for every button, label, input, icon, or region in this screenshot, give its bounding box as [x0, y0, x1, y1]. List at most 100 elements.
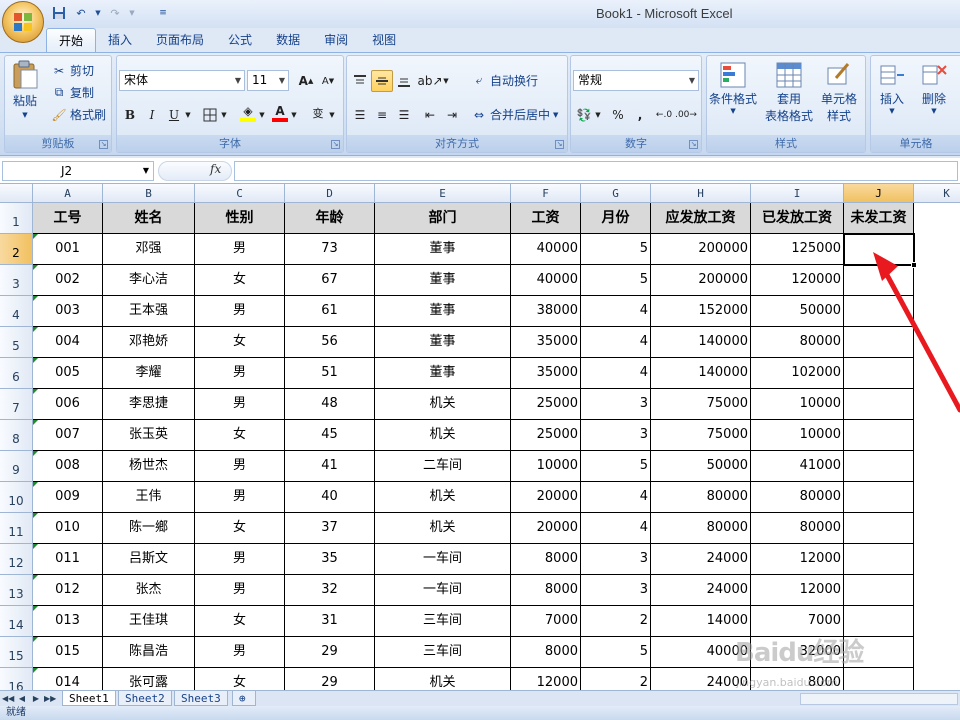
- table-cell[interactable]: 三车间: [375, 606, 511, 637]
- tab-view[interactable]: 视图: [360, 28, 408, 52]
- table-cell[interactable]: 3: [581, 389, 651, 420]
- table-cell[interactable]: 男: [195, 575, 285, 606]
- table-cell[interactable]: 10000: [751, 420, 844, 451]
- table-cell[interactable]: 3: [581, 420, 651, 451]
- table-cell[interactable]: 陈一鄉: [103, 513, 195, 544]
- table-cell[interactable]: 31: [285, 606, 375, 637]
- table-cell[interactable]: 男: [195, 296, 285, 327]
- table-cell[interactable]: 董事: [375, 234, 511, 265]
- table-cell[interactable]: 男: [195, 451, 285, 482]
- table-cell[interactable]: 董事: [375, 265, 511, 296]
- row-header[interactable]: 15: [0, 637, 33, 668]
- row-header[interactable]: 5: [0, 327, 33, 358]
- row-header[interactable]: 4: [0, 296, 33, 327]
- new-sheet-icon[interactable]: ⊕: [232, 691, 256, 706]
- table-header-cell[interactable]: 未发工资: [844, 203, 914, 234]
- orientation-icon[interactable]: ab↗: [417, 70, 442, 92]
- row-header[interactable]: 2: [0, 234, 33, 265]
- column-header[interactable]: F: [511, 184, 581, 203]
- table-cell[interactable]: 67: [285, 265, 375, 296]
- table-cell[interactable]: 40: [285, 482, 375, 513]
- table-cell[interactable]: 陈昌浩: [103, 637, 195, 668]
- phonetic-dropdown-icon[interactable]: ▼: [327, 104, 337, 126]
- shrink-font-icon[interactable]: A ▼: [317, 70, 339, 92]
- table-cell[interactable]: 男: [195, 544, 285, 575]
- table-cell[interactable]: 37: [285, 513, 375, 544]
- table-cell[interactable]: 35000: [511, 358, 581, 389]
- fill-color-dropdown-icon[interactable]: ▼: [257, 104, 267, 126]
- table-cell[interactable]: 8000: [511, 575, 581, 606]
- underline-dropdown-icon[interactable]: ▼: [183, 104, 193, 126]
- worksheet-grid[interactable]: A B C D E F G H I J K 1 2 3 4 5 6 7 8 9 10 11 12 13 14 15 16 工号 姓名 性别…: [0, 184, 960, 690]
- font-launcher-icon[interactable]: ↘: [331, 140, 340, 149]
- table-cell[interactable]: 4: [581, 482, 651, 513]
- table-cell[interactable]: 40000: [511, 234, 581, 265]
- row-header[interactable]: 11: [0, 513, 33, 544]
- table-cell[interactable]: 7000: [511, 606, 581, 637]
- column-header[interactable]: H: [651, 184, 751, 203]
- table-header-cell[interactable]: 姓名: [103, 203, 195, 234]
- column-header[interactable]: E: [375, 184, 511, 203]
- table-cell[interactable]: 张可露: [103, 668, 195, 690]
- row-header[interactable]: 9: [0, 451, 33, 482]
- table-cell[interactable]: 35000: [511, 327, 581, 358]
- table-cell[interactable]: 3: [581, 575, 651, 606]
- row-header[interactable]: 7: [0, 389, 33, 420]
- table-cell[interactable]: 张玉英: [103, 420, 195, 451]
- align-middle-icon[interactable]: [371, 70, 393, 92]
- table-cell[interactable]: 80000: [651, 513, 751, 544]
- table-cell[interactable]: 一车间: [375, 544, 511, 575]
- font-size-combo[interactable]: 11 ▼: [247, 70, 289, 91]
- table-cell[interactable]: [844, 575, 914, 606]
- table-cell[interactable]: 男: [195, 358, 285, 389]
- column-header[interactable]: A: [33, 184, 103, 203]
- sheet-tab-sheet2[interactable]: Sheet2: [118, 691, 172, 706]
- table-cell[interactable]: 2: [581, 606, 651, 637]
- formula-input[interactable]: [234, 161, 958, 181]
- tab-page-layout[interactable]: 页面布局: [144, 28, 216, 52]
- table-cell[interactable]: 32: [285, 575, 375, 606]
- fill-handle[interactable]: [911, 262, 917, 268]
- column-header[interactable]: J: [844, 184, 914, 203]
- table-cell[interactable]: 一车间: [375, 575, 511, 606]
- table-cell[interactable]: 29: [285, 668, 375, 690]
- font-color-icon[interactable]: A: [269, 102, 291, 124]
- table-header-cell[interactable]: 已发放工资: [751, 203, 844, 234]
- table-cell[interactable]: [844, 451, 914, 482]
- name-box[interactable]: J2 ▼: [2, 161, 154, 181]
- table-cell[interactable]: 015: [33, 637, 103, 668]
- cell-styles-button[interactable]: 单元格 样式: [821, 60, 857, 124]
- table-cell[interactable]: 002: [33, 265, 103, 296]
- table-header-cell[interactable]: 年龄: [285, 203, 375, 234]
- comma-button[interactable]: ,: [629, 104, 651, 126]
- last-sheet-icon[interactable]: ▶▶: [44, 692, 56, 705]
- table-cell[interactable]: 王本强: [103, 296, 195, 327]
- table-cell[interactable]: 5: [581, 265, 651, 296]
- table-cell[interactable]: [844, 668, 914, 690]
- table-cell[interactable]: 010: [33, 513, 103, 544]
- table-cell[interactable]: 12000: [751, 544, 844, 575]
- row-header[interactable]: 1: [0, 203, 33, 234]
- table-cell[interactable]: 102000: [751, 358, 844, 389]
- table-cell[interactable]: 三车间: [375, 637, 511, 668]
- column-header[interactable]: C: [195, 184, 285, 203]
- redo-icon[interactable]: ↷: [106, 5, 124, 21]
- table-cell[interactable]: 73: [285, 234, 375, 265]
- redo-dropdown-icon[interactable]: ▼: [128, 5, 136, 21]
- prev-sheet-icon[interactable]: ◀: [16, 692, 28, 705]
- decrease-indent-icon[interactable]: ⇤: [419, 104, 441, 126]
- table-cell[interactable]: 008: [33, 451, 103, 482]
- table-cell[interactable]: 140000: [651, 327, 751, 358]
- delete-cells-button[interactable]: 删除 ▼: [919, 60, 949, 115]
- table-cell[interactable]: 200000: [651, 234, 751, 265]
- decrease-decimal-icon[interactable]: .00→: [675, 104, 697, 126]
- bold-button[interactable]: B: [119, 104, 141, 126]
- table-cell[interactable]: 011: [33, 544, 103, 575]
- table-cell[interactable]: 001: [33, 234, 103, 265]
- table-cell[interactable]: [844, 358, 914, 389]
- table-cell[interactable]: [844, 327, 914, 358]
- table-cell[interactable]: [844, 544, 914, 575]
- table-cell[interactable]: 10000: [511, 451, 581, 482]
- table-cell[interactable]: 20000: [511, 482, 581, 513]
- table-cell[interactable]: 007: [33, 420, 103, 451]
